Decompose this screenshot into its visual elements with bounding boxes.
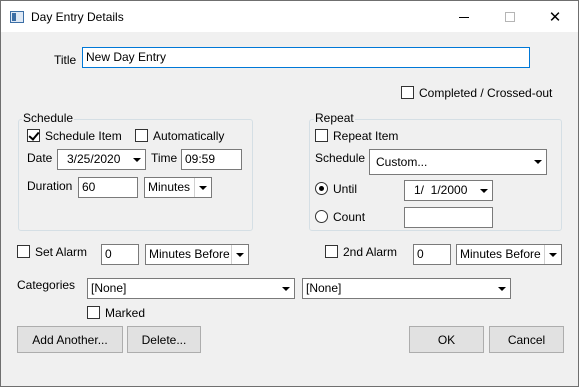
count-label: Count (333, 210, 366, 224)
day-entry-dialog: Day Entry Details ✕ Title New Day Entry … (0, 0, 579, 387)
cancel-button[interactable]: Cancel (489, 326, 564, 353)
marked-checkbox[interactable] (87, 306, 100, 319)
repeat-item-checkbox[interactable] (315, 129, 328, 142)
second-alarm-input[interactable]: 0 (413, 244, 451, 265)
until-date-picker[interactable]: 1/ 1/2000 (404, 180, 493, 201)
app-icon (10, 11, 24, 23)
chevron-down-icon[interactable] (529, 150, 546, 174)
close-button[interactable]: ✕ (532, 1, 578, 32)
set-alarm-unit-value: Minutes Before (149, 247, 230, 261)
title-value: New Day Entry (86, 50, 167, 64)
repeat-schedule-select[interactable]: Custom... (369, 149, 547, 175)
chevron-down-icon[interactable] (128, 150, 145, 169)
time-input[interactable]: 09:59 (181, 149, 242, 170)
title-input[interactable]: New Day Entry (82, 47, 530, 68)
set-alarm-unit-select[interactable]: Minutes Before (145, 244, 249, 265)
until-radio[interactable] (315, 182, 328, 195)
delete-button[interactable]: Delete... (127, 326, 201, 353)
until-label: Until (333, 182, 358, 196)
category-1-value: [None] (91, 281, 127, 295)
categories-label: Categories (17, 278, 76, 292)
close-icon: ✕ (548, 8, 562, 26)
minimize-button[interactable] (441, 1, 487, 32)
chevron-down-icon[interactable] (231, 245, 248, 264)
category-select-2[interactable]: [None] (302, 278, 511, 299)
date-value: 3/25/2020 (67, 152, 121, 166)
title-bar: Day Entry Details ✕ (1, 1, 578, 32)
repeat-schedule-label: Schedule (315, 151, 366, 165)
duration-label: Duration (27, 179, 73, 193)
set-alarm-checkbox[interactable] (17, 245, 30, 258)
until-date-value: 1/ 1/2000 (414, 183, 468, 197)
date-label: Date (27, 151, 53, 165)
time-value: 09:59 (185, 152, 216, 166)
maximize-button[interactable] (487, 1, 533, 32)
second-alarm-value: 0 (417, 247, 424, 261)
maximize-icon (505, 11, 515, 22)
completed-checkbox[interactable] (401, 86, 414, 99)
automatically-checkbox[interactable] (135, 129, 148, 142)
set-alarm-input[interactable]: 0 (101, 244, 139, 265)
schedule-item-label: Schedule Item (45, 129, 122, 143)
completed-label: Completed / Crossed-out (419, 86, 553, 100)
chevron-down-icon[interactable] (493, 279, 510, 298)
category-select-1[interactable]: [None] (87, 278, 295, 299)
set-alarm-label: Set Alarm (35, 245, 88, 259)
second-alarm-checkbox[interactable] (325, 245, 338, 258)
chevron-down-icon[interactable] (194, 178, 211, 197)
duration-value: 60 (82, 180, 96, 194)
repeat-item-label: Repeat Item (333, 129, 399, 143)
duration-unit-value: Minutes (148, 180, 191, 194)
schedule-item-checkbox[interactable] (27, 129, 40, 142)
repeat-group-title: Repeat (314, 111, 355, 125)
second-alarm-unit-select[interactable]: Minutes Before (456, 244, 562, 265)
add-another-button[interactable]: Add Another... (17, 326, 123, 353)
chevron-down-icon[interactable] (475, 181, 492, 200)
chevron-down-icon[interactable] (277, 279, 294, 298)
chevron-down-icon[interactable] (544, 245, 561, 264)
set-alarm-value: 0 (105, 247, 112, 261)
time-label: Time (151, 151, 178, 165)
schedule-group-title: Schedule (22, 111, 75, 125)
second-alarm-unit-value: Minutes Before (460, 247, 541, 261)
count-input[interactable] (404, 207, 493, 228)
ok-button[interactable]: OK (409, 326, 484, 353)
title-label: Title (54, 53, 77, 67)
duration-input[interactable]: 60 (78, 177, 138, 198)
second-alarm-label: 2nd Alarm (343, 245, 398, 259)
count-radio[interactable] (315, 210, 328, 223)
automatically-label: Automatically (153, 129, 225, 143)
repeat-schedule-value: Custom... (376, 155, 428, 169)
duration-unit-select[interactable]: Minutes (144, 177, 212, 198)
minimize-icon (459, 17, 469, 18)
marked-label: Marked (105, 306, 146, 320)
window-title: Day Entry Details (31, 10, 124, 24)
date-picker[interactable]: 3/25/2020 (57, 149, 146, 170)
category-2-value: [None] (306, 281, 342, 295)
